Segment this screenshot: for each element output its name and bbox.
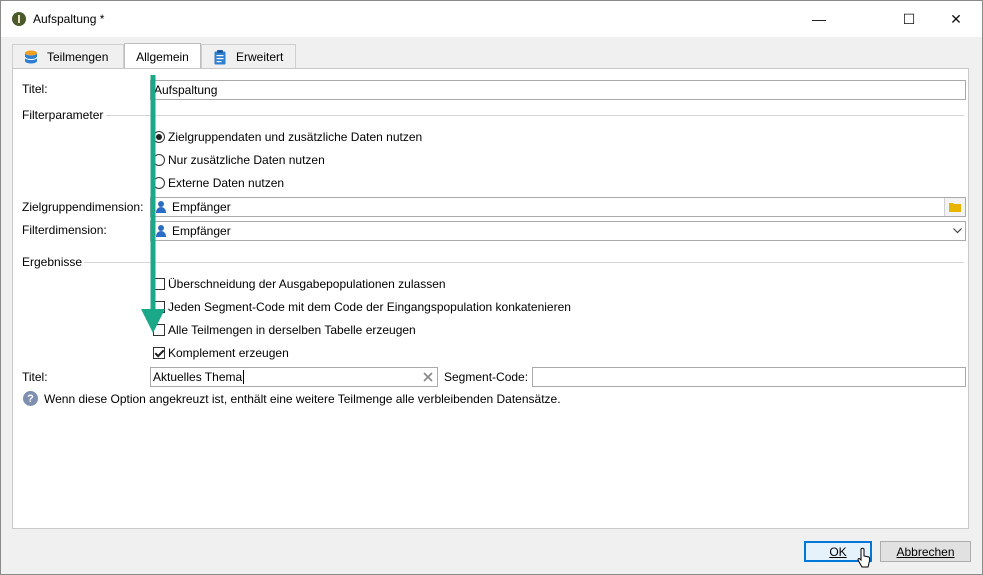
title-label: Titel: bbox=[22, 82, 48, 96]
checkbox-label: Jeden Segment-Code mit dem Code der Eing… bbox=[168, 300, 571, 314]
cancel-button-label: Abbrechen bbox=[896, 544, 955, 559]
title-bar: Aufspaltung * — ☐ ✕ bbox=[1, 1, 982, 37]
window-title: Aufspaltung * bbox=[33, 12, 105, 26]
database-icon bbox=[23, 49, 39, 65]
chevron-down-icon[interactable] bbox=[949, 222, 965, 240]
segment-code-input[interactable] bbox=[532, 367, 966, 387]
app-icon bbox=[12, 12, 26, 26]
tab-label: Erweitert bbox=[236, 49, 284, 64]
segment-code-label: Segment-Code: bbox=[444, 370, 529, 384]
checkbox-create-complement[interactable] bbox=[153, 347, 165, 359]
tab-label: Allgemein bbox=[136, 49, 189, 64]
title-input[interactable]: Aufspaltung bbox=[150, 80, 966, 100]
radio-label: Externe Daten nutzen bbox=[168, 176, 285, 190]
text-cursor bbox=[243, 370, 245, 384]
filter-section-heading: Filterparameter bbox=[22, 108, 104, 122]
filter-dimension-label: Filterdimension: bbox=[22, 223, 107, 237]
section-divider bbox=[106, 115, 964, 116]
clear-icon[interactable] bbox=[419, 372, 437, 382]
radio-label: Nur zusätzliche Daten nutzen bbox=[168, 153, 325, 167]
clipboard-icon bbox=[212, 49, 228, 65]
annotation-arrow bbox=[141, 75, 165, 333]
complement-title-value: Aktuelles Thema bbox=[153, 370, 243, 384]
dialog-window: Aufspaltung * — ☐ ✕ Teilmengen Allgemein… bbox=[0, 0, 983, 575]
target-dimension-field[interactable]: Empfänger bbox=[150, 197, 966, 217]
tab-teilmengen[interactable]: Teilmengen bbox=[12, 44, 124, 68]
complement-title-label: Titel: bbox=[22, 370, 48, 384]
minimize-button[interactable]: — bbox=[796, 1, 842, 37]
cancel-button[interactable]: Abbrechen bbox=[880, 541, 971, 562]
folder-browse-button[interactable] bbox=[944, 198, 965, 216]
target-dimension-value: Empfänger bbox=[172, 200, 231, 214]
folder-icon bbox=[949, 203, 961, 212]
results-section-heading: Ergebnisse bbox=[22, 255, 83, 269]
close-button[interactable]: ✕ bbox=[933, 1, 979, 37]
checkbox-label: Überschneidung der Ausgabepopulationen z… bbox=[168, 277, 446, 291]
section-divider bbox=[84, 262, 964, 263]
checkbox-label: Alle Teilmengen in derselben Tabelle erz… bbox=[168, 323, 416, 337]
filter-dimension-value: Empfänger bbox=[172, 224, 231, 238]
tab-label: Teilmengen bbox=[47, 49, 109, 64]
checkbox-label: Komplement erzeugen bbox=[168, 346, 289, 360]
mouse-cursor-icon bbox=[857, 547, 871, 568]
tab-allgemein[interactable]: Allgemein bbox=[124, 43, 201, 69]
help-icon: ? bbox=[23, 391, 38, 406]
maximize-button[interactable]: ☐ bbox=[886, 1, 932, 37]
filter-dimension-select[interactable]: Empfänger bbox=[150, 221, 966, 241]
radio-label: Zielgruppendaten und zusätzliche Daten n… bbox=[168, 130, 423, 144]
tab-erweitert[interactable]: Erweitert bbox=[201, 44, 296, 68]
general-panel: Titel: Aufspaltung Filterparameter Zielg… bbox=[12, 68, 969, 529]
target-dimension-label: Zielgruppendimension: bbox=[22, 200, 144, 214]
ok-button-label: OK bbox=[829, 544, 847, 559]
help-text: Wenn diese Option angekreuzt ist, enthäl… bbox=[44, 392, 561, 406]
complement-title-input[interactable]: Aktuelles Thema bbox=[150, 367, 438, 387]
